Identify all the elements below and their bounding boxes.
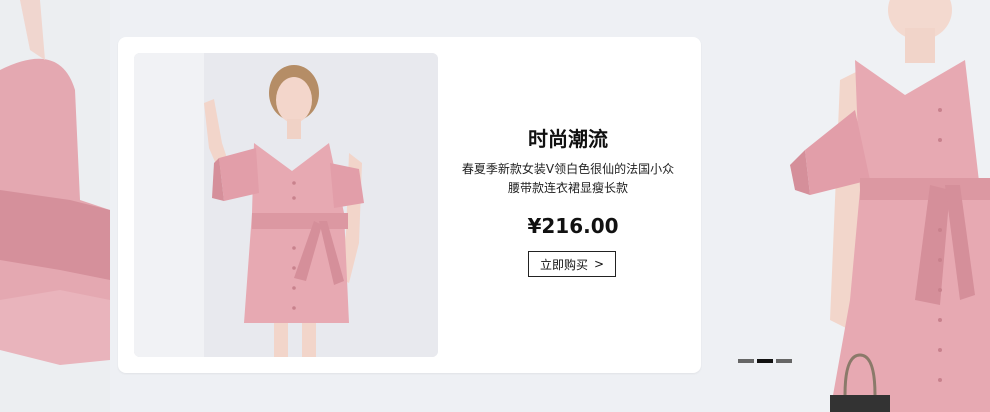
next-slide-image	[790, 0, 990, 412]
description-line-1: 春夏季新款女装V领白色很仙的法国小众	[461, 162, 675, 176]
product-title: 时尚潮流	[528, 127, 608, 151]
description-line-2: 腰带款连衣裙显瘦长款	[507, 181, 628, 195]
buy-now-button[interactable]: 立即购买 >	[528, 251, 616, 277]
carousel-next-slide[interactable]	[790, 0, 990, 412]
chevron-right-icon: >	[593, 257, 605, 271]
carousel-dot-1[interactable]	[738, 359, 754, 363]
product-price: ¥216.00	[527, 214, 619, 238]
buy-now-label: 立即购买	[539, 257, 588, 272]
model-photo	[134, 53, 438, 357]
carousel-dot-3[interactable]	[776, 359, 792, 363]
carousel-dot-2[interactable]	[757, 359, 773, 363]
product-card: 时尚潮流 春夏季新款女装V领白色很仙的法国小众 腰带款连衣裙显瘦长款 ¥216.…	[118, 37, 701, 373]
carousel-indicators	[738, 359, 792, 363]
prev-slide-image	[0, 0, 110, 412]
product-description: 春夏季新款女装V领白色很仙的法国小众 腰带款连衣裙显瘦长款	[458, 160, 678, 198]
carousel-prev-slide[interactable]	[0, 0, 110, 412]
product-image[interactable]	[134, 53, 438, 357]
